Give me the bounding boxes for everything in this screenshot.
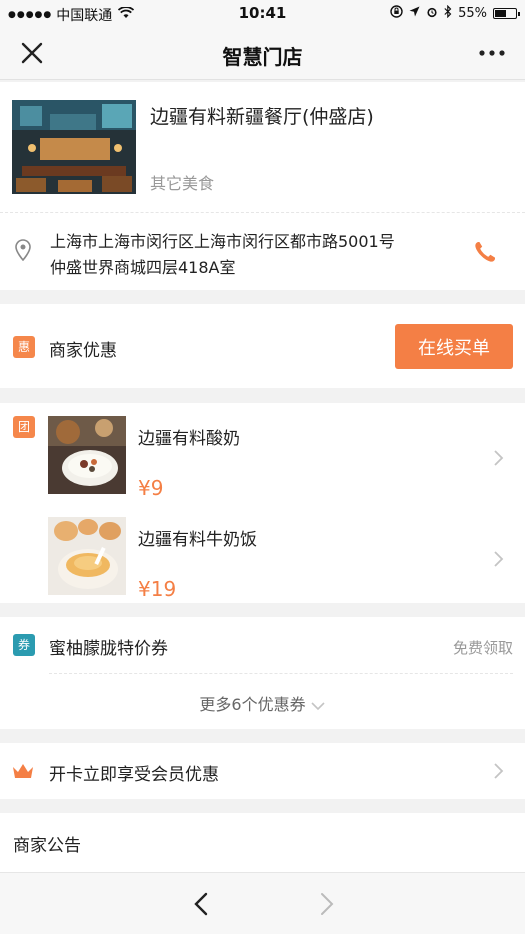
bluetooth-icon [444,4,452,22]
group-deals: 团 边疆有料酸奶 ¥9 边疆有料牛奶饭 ¥19 [0,403,525,603]
chevron-right-icon [493,550,505,568]
offers-label: 商家优惠 [49,341,117,361]
rotation-lock-icon [390,5,403,22]
phone-icon[interactable] [473,240,497,264]
store-photo [12,100,136,194]
coupon-tag-icon: 券 [13,634,35,656]
deal-name: 边疆有料牛奶饭 [138,530,257,550]
coupon-name: 蜜柚朦胧特价券 [49,639,168,659]
claim-coupon-link[interactable]: 免费领取 [453,637,513,658]
merchant-notice: 商家公告 [0,813,525,873]
pay-online-button[interactable]: 在线买单 [395,324,513,369]
page-title: 智慧门店 [222,45,303,69]
store-address: 上海市上海市闵行区上海市闵行区都市路5001号 仲盛世界商城四层418A室 [50,229,450,281]
store-header[interactable]: 边疆有料新疆餐厅(仲盛店) 其它美食 [0,82,525,212]
store-category: 其它美食 [150,174,215,193]
nav-bar: 智慧门店 [0,28,525,80]
discount-tag-icon: 惠 [13,336,35,358]
deal-price: ¥19 [138,577,177,601]
address-line-1: 上海市上海市闵行区上海市闵行区都市路5001号 [50,232,395,251]
membership-label: 开卡立即享受会员优惠 [49,765,219,785]
battery-percent: 55% [458,6,487,21]
alarm-icon [426,6,438,22]
bottom-nav-bar [0,873,525,934]
crown-icon [12,763,34,779]
membership-row[interactable]: 开卡立即享受会员优惠 [0,743,525,799]
forward-arrow-icon[interactable] [314,891,338,917]
address-line-2: 仲盛世界商城四层418A室 [50,258,236,277]
deal-item-milk-rice[interactable]: 边疆有料牛奶饭 ¥19 [0,517,525,607]
divider [49,673,513,674]
deal-item-yogurt[interactable]: 边疆有料酸奶 ¥9 [0,416,525,506]
back-arrow-icon[interactable] [190,891,214,917]
yogurt-image [48,416,126,494]
location-pin-icon [14,239,32,262]
location-icon [409,6,420,21]
more-icon[interactable] [477,41,507,65]
chevron-right-icon [493,762,505,780]
chevron-down-icon [311,701,325,710]
store-name: 边疆有料新疆餐厅(仲盛店) [150,106,374,128]
chevron-right-icon [493,449,505,467]
notice-label: 商家公告 [13,836,81,856]
more-coupons-label: 更多6个优惠券 [199,695,306,714]
battery-icon [493,8,520,19]
store-address-row[interactable]: 上海市上海市闵行区上海市闵行区都市路5001号 仲盛世界商城四层418A室 [0,212,525,290]
deal-name: 边疆有料酸奶 [138,429,240,449]
milk-rice-image [48,517,126,595]
deal-price: ¥9 [138,476,164,500]
coupons: 券 蜜柚朦胧特价券 免费领取 更多6个优惠券 [0,617,525,729]
status-bar: ●●●●● 中国联通 10:41 55% [0,0,525,28]
status-right: 55% [390,4,520,22]
more-coupons-toggle[interactable]: 更多6个优惠券 [0,691,525,715]
merchant-offers-row: 惠 商家优惠 在线买单 [0,304,525,388]
